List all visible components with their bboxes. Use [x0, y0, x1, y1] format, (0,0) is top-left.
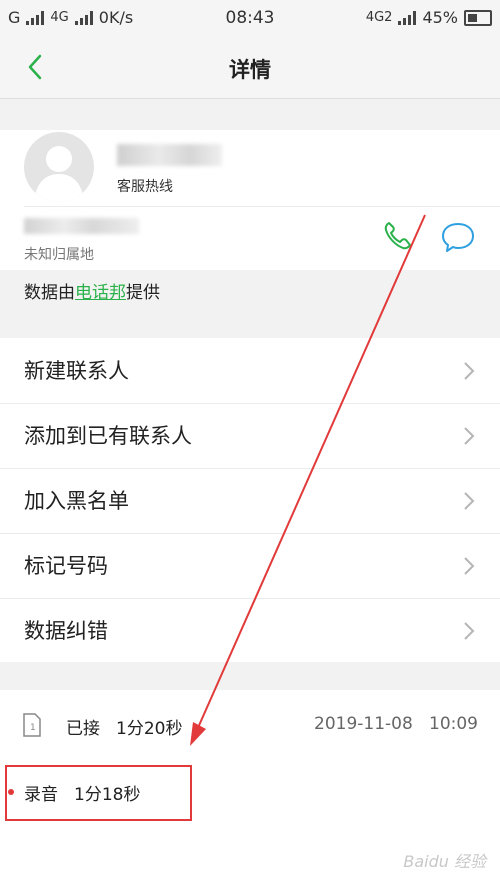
phone-number-blurred: [24, 218, 139, 234]
menu-item-label: 标记号码: [24, 554, 108, 578]
svg-text:1: 1: [30, 723, 36, 733]
status-bar: G 4G 0K/s 08:43 4G2 45%: [0, 0, 500, 36]
provider-prefix: 数据由: [24, 283, 75, 303]
avatar: [24, 132, 94, 202]
network-type-4g2: 4G2: [365, 10, 393, 25]
menu-item-blacklist[interactable]: 加入黑名单: [0, 468, 500, 534]
message-icon[interactable]: [440, 220, 476, 254]
menu-item-label: 添加到已有联系人: [24, 424, 192, 448]
provider-suffix: 提供: [126, 283, 160, 303]
nav-bar: 详情: [0, 36, 500, 99]
battery-percent: 45%: [422, 8, 458, 27]
number-location: 未知归属地: [24, 247, 94, 263]
document-icon: 1: [23, 713, 41, 737]
call-duration: 1分20秒: [116, 719, 183, 739]
chevron-right-icon: [464, 622, 475, 640]
chevron-right-icon: [464, 492, 475, 510]
battery-icon: [464, 9, 492, 26]
menu-item-data-correction[interactable]: 数据纠错: [0, 598, 500, 663]
provider-link[interactable]: 电话邦: [75, 283, 126, 303]
chevron-right-icon: [464, 557, 475, 575]
signal-icon-3: [398, 10, 417, 25]
recording-label: 录音: [24, 785, 58, 805]
contact-name-blurred: [117, 144, 222, 166]
action-menu: 新建联系人 添加到已有联系人 加入黑名单 标记号码 数据纠错: [0, 338, 500, 662]
chevron-right-icon: [464, 362, 475, 380]
call-datetime: 2019-11-08 10:09: [314, 714, 478, 734]
menu-item-add-to-existing[interactable]: 添加到已有联系人: [0, 403, 500, 469]
data-provider-text: 数据由电话邦提供: [24, 278, 160, 303]
page-title: 详情: [229, 58, 271, 82]
data-provider-section: 数据由电话邦提供: [0, 270, 500, 338]
call-status: 已接: [66, 719, 100, 739]
menu-item-new-contact[interactable]: 新建联系人: [0, 338, 500, 404]
watermark: Baidu 经验: [403, 852, 486, 871]
divider: [24, 206, 500, 207]
menu-item-label: 加入黑名单: [24, 489, 129, 513]
chevron-right-icon: [464, 427, 475, 445]
recording-dot: [8, 789, 14, 795]
contact-subtitle: 客服热线: [117, 179, 173, 195]
contact-card: 客服热线 未知归属地: [0, 130, 500, 270]
call-log-row[interactable]: 1 已接 1分20秒 2019-11-08 10:09: [0, 690, 500, 761]
menu-item-label: 新建联系人: [24, 359, 129, 383]
person-icon: [34, 146, 84, 202]
phone-call-icon[interactable]: [380, 218, 416, 254]
menu-item-label: 数据纠错: [24, 619, 108, 643]
recording-duration: 1分18秒: [74, 785, 141, 805]
menu-item-mark-number[interactable]: 标记号码: [0, 533, 500, 599]
